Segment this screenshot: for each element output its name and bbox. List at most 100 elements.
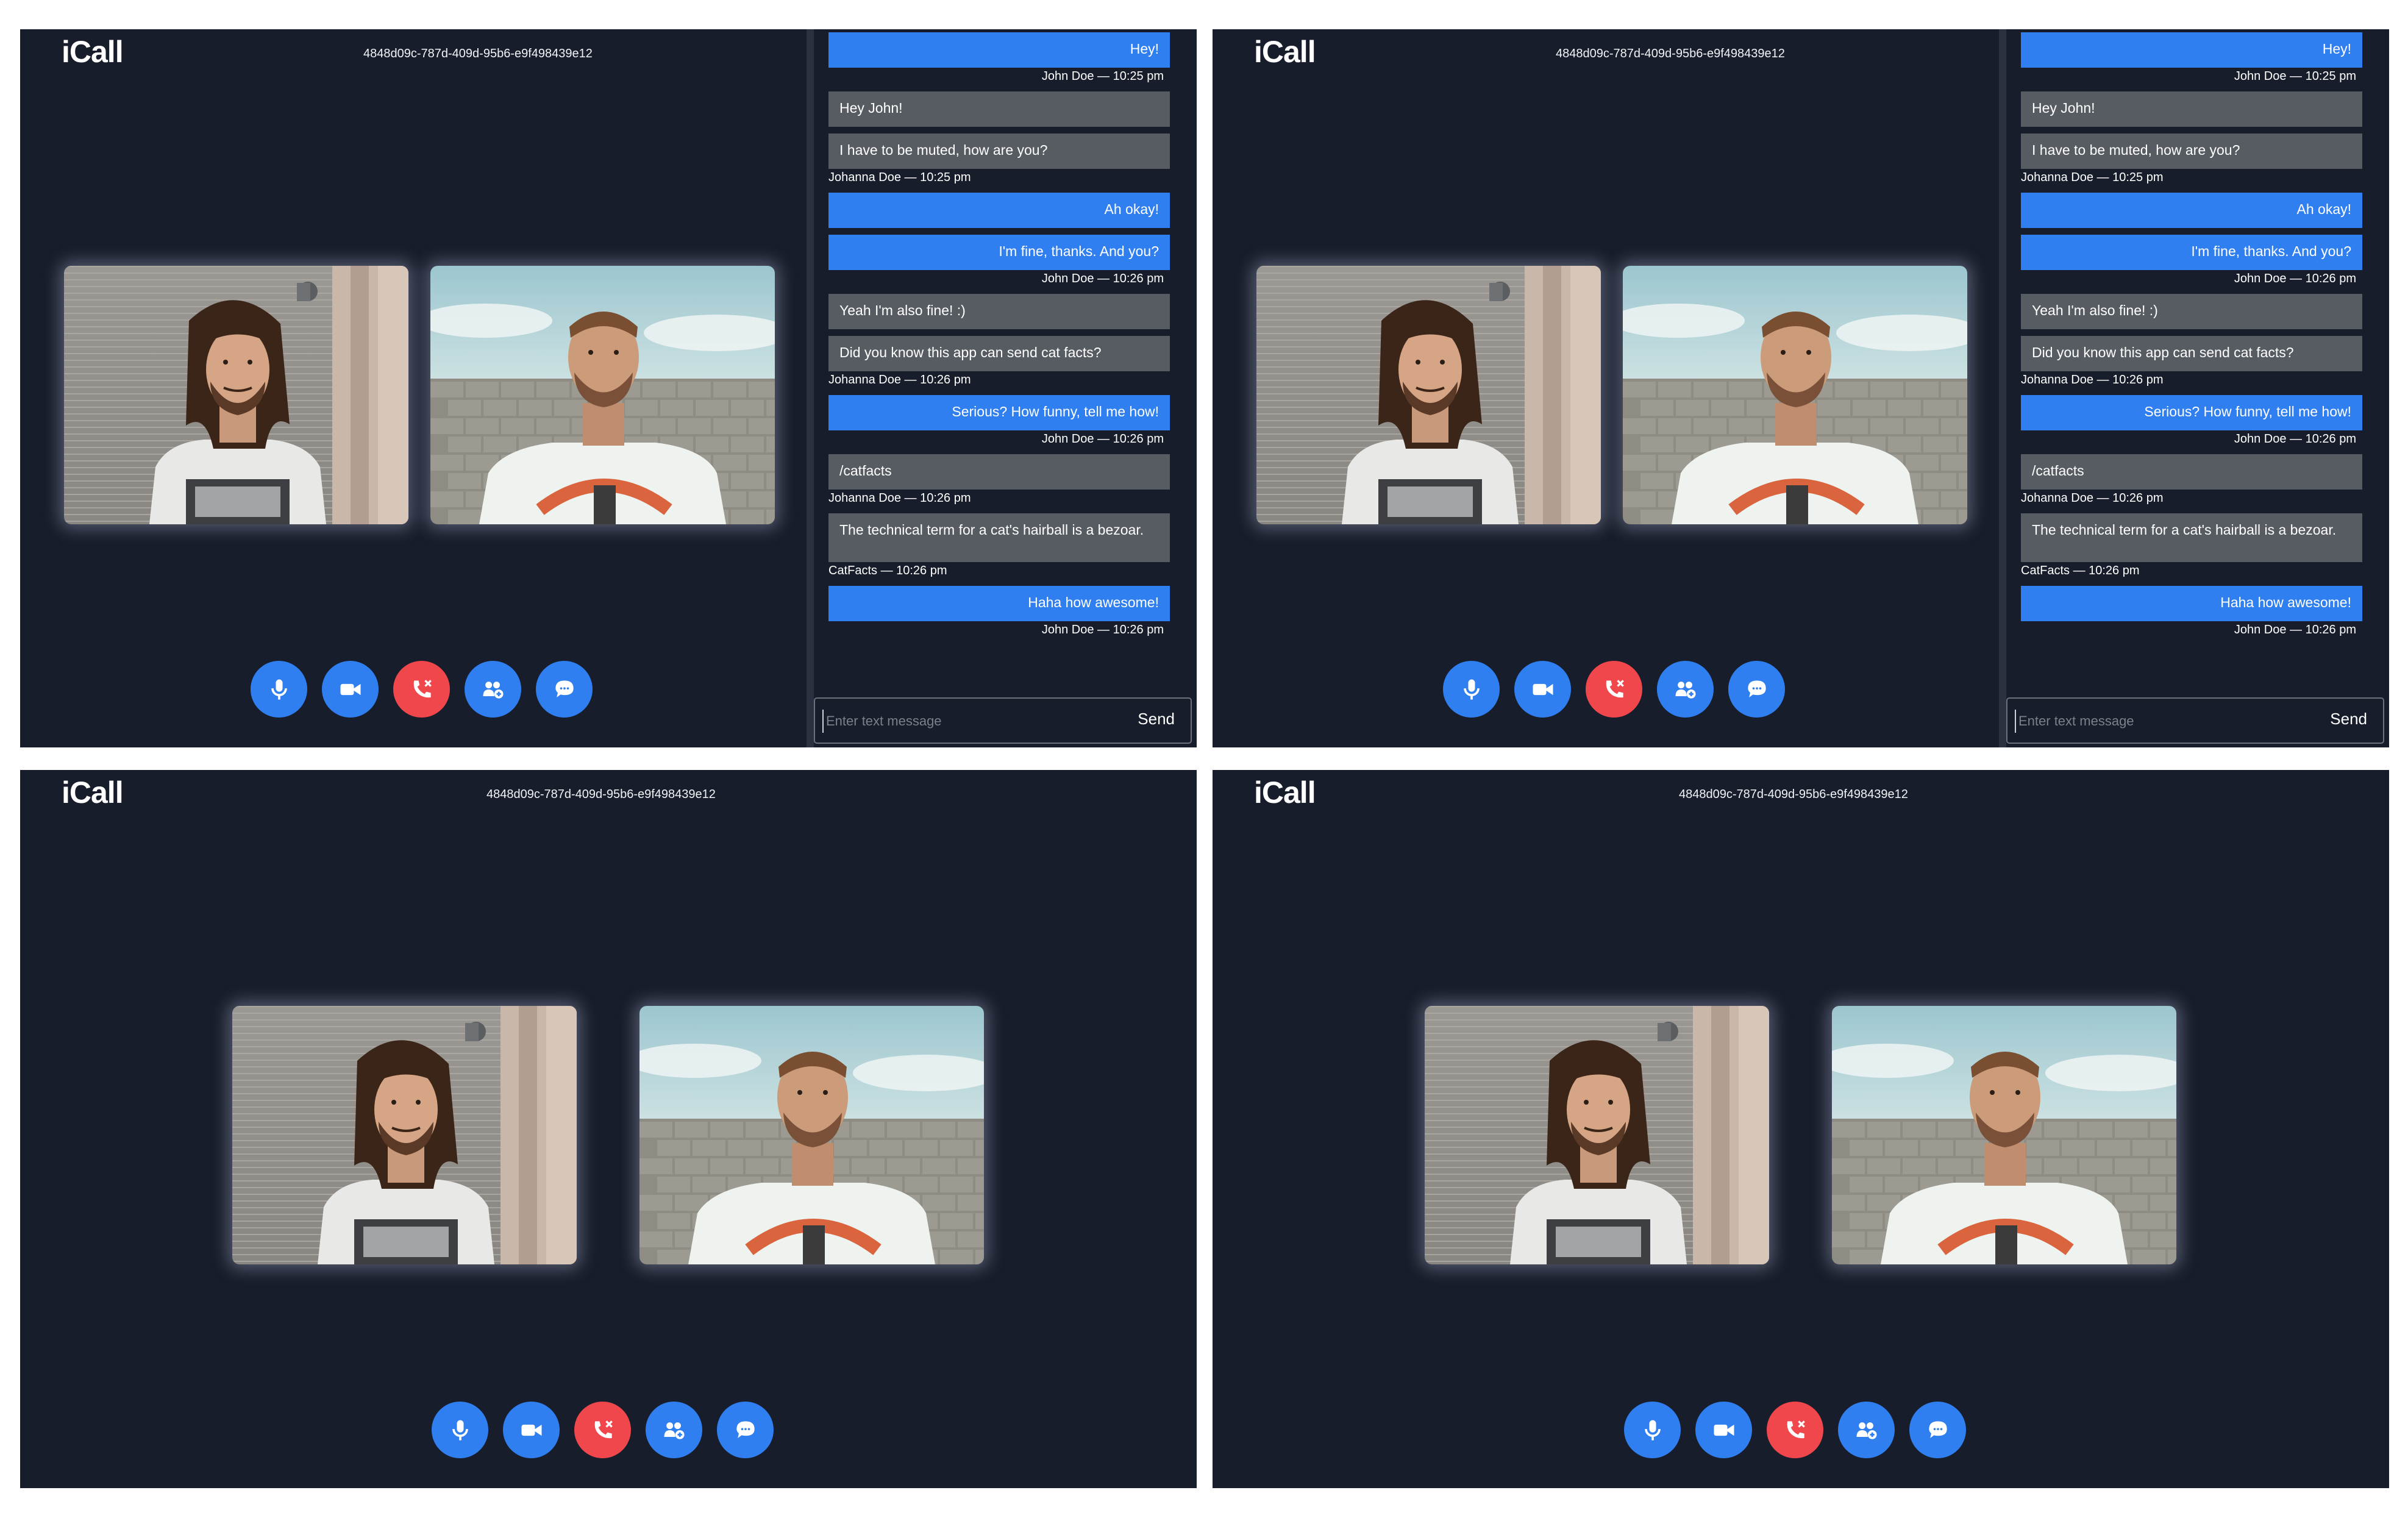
participant-video-2 xyxy=(1832,1006,2176,1264)
camera-button[interactable] xyxy=(322,661,379,718)
message-input[interactable] xyxy=(2015,710,2300,733)
message-meta: Johanna Doe — 10:25 pm xyxy=(828,171,971,184)
call-screen-with-chat: iCall 4848d09c-787d-409d-95b6-e9f498439e… xyxy=(20,29,1197,747)
sent-message: Serious? How funny, tell me how! xyxy=(2021,395,2362,430)
mute-button[interactable] xyxy=(1624,1402,1681,1458)
message-composer: Send xyxy=(814,697,1192,744)
message-meta: John Doe — 10:26 pm xyxy=(2234,432,2356,446)
video-camera-icon xyxy=(337,676,364,703)
chat-sidebar: Hey! John Doe — 10:25 pm Hey John! I have t… xyxy=(807,29,1197,747)
chat-divider xyxy=(807,29,814,747)
app-logo: iCall xyxy=(62,35,124,69)
participant-video-2 xyxy=(430,266,775,524)
microphone-icon xyxy=(1458,676,1485,703)
video-camera-icon xyxy=(1711,1417,1737,1444)
message-list: Hey! John Doe — 10:25 pm Hey John! I have t… xyxy=(2021,29,2362,694)
microphone-icon xyxy=(1639,1417,1666,1444)
users-add-icon xyxy=(1672,676,1699,703)
call-id: 4848d09c-787d-409d-95b6-e9f498439e12 xyxy=(486,788,716,801)
call-id: 4848d09c-787d-409d-95b6-e9f498439e12 xyxy=(363,47,593,60)
camera-button[interactable] xyxy=(1514,661,1571,718)
message-meta: John Doe — 10:26 pm xyxy=(1041,272,1164,285)
sent-message: I'm fine, thanks. And you? xyxy=(2021,235,2362,270)
message-composer: Send xyxy=(2006,697,2384,744)
app-logo: iCall xyxy=(62,775,124,810)
received-message: Did you know this app can send cat facts… xyxy=(828,336,1170,371)
received-message: /catfacts xyxy=(828,454,1170,490)
camera-button[interactable] xyxy=(1695,1402,1752,1458)
chat-divider xyxy=(1999,29,2006,747)
message-meta: John Doe — 10:26 pm xyxy=(1041,432,1164,446)
mute-button[interactable] xyxy=(1443,661,1500,718)
chat-button[interactable] xyxy=(1909,1402,1966,1458)
phone-hangup-icon xyxy=(1601,676,1628,703)
users-add-icon xyxy=(1853,1417,1880,1444)
end-call-button[interactable] xyxy=(1767,1402,1823,1458)
message-meta: John Doe — 10:26 pm xyxy=(1041,623,1164,636)
message-meta: Johanna Doe — 10:26 pm xyxy=(2021,373,2164,387)
participant-video-2 xyxy=(639,1006,984,1264)
phone-hangup-icon xyxy=(590,1417,616,1444)
sent-message: Hey! xyxy=(828,32,1170,68)
call-id: 4848d09c-787d-409d-95b6-e9f498439e12 xyxy=(1679,788,1908,801)
message-meta: Johanna Doe — 10:26 pm xyxy=(2021,491,2164,505)
message-meta: John Doe — 10:26 pm xyxy=(2234,272,2356,285)
message-meta: John Doe — 10:26 pm xyxy=(2234,623,2356,636)
participants-button[interactable] xyxy=(1657,661,1714,718)
users-add-icon xyxy=(661,1417,688,1444)
message-meta: John Doe — 10:25 pm xyxy=(2234,69,2356,83)
microphone-icon xyxy=(447,1417,474,1444)
message-meta: Johanna Doe — 10:25 pm xyxy=(2021,171,2164,184)
participant-video-1 xyxy=(1425,1006,1769,1264)
app-logo: iCall xyxy=(1254,35,1316,69)
video-camera-icon xyxy=(518,1417,545,1444)
end-call-button[interactable] xyxy=(574,1402,631,1458)
participant-video-1 xyxy=(1256,266,1601,524)
call-screen: iCall 4848d09c-787d-409d-95b6-e9f498439e… xyxy=(1213,770,2389,1488)
received-message: /catfacts xyxy=(2021,454,2362,490)
message-list: Hey! John Doe — 10:25 pm Hey John! I have t… xyxy=(828,29,1170,694)
sent-message: Haha how awesome! xyxy=(828,586,1170,621)
chat-bubble-icon xyxy=(1925,1417,1951,1444)
received-message: Yeah I'm also fine! :) xyxy=(828,294,1170,329)
message-meta: John Doe — 10:25 pm xyxy=(1041,69,1164,83)
participants-button[interactable] xyxy=(465,661,521,718)
microphone-icon xyxy=(266,676,293,703)
phone-hangup-icon xyxy=(408,676,435,703)
message-meta: Johanna Doe — 10:26 pm xyxy=(828,491,971,505)
sent-message: Ah okay! xyxy=(2021,193,2362,228)
call-screen: iCall 4848d09c-787d-409d-95b6-e9f498439e… xyxy=(20,770,1197,1488)
app-logo: iCall xyxy=(1254,775,1316,810)
message-meta: CatFacts — 10:26 pm xyxy=(2021,564,2140,577)
users-add-icon xyxy=(480,676,507,703)
call-screen-with-chat: iCall 4848d09c-787d-409d-95b6-e9f498439e… xyxy=(1213,29,2389,747)
sent-message: Hey! xyxy=(2021,32,2362,68)
chat-sidebar: Hey! John Doe — 10:25 pm Hey John! I have t… xyxy=(1999,29,2389,747)
received-message: I have to be muted, how are you? xyxy=(828,134,1170,169)
chat-button[interactable] xyxy=(536,661,593,718)
received-message: Hey John! xyxy=(828,91,1170,127)
participant-video-1 xyxy=(232,1006,577,1264)
message-input[interactable] xyxy=(822,710,1108,733)
end-call-button[interactable] xyxy=(393,661,450,718)
sent-message: Ah okay! xyxy=(828,193,1170,228)
mute-button[interactable] xyxy=(432,1402,488,1458)
participants-button[interactable] xyxy=(646,1402,702,1458)
camera-button[interactable] xyxy=(503,1402,560,1458)
chat-button[interactable] xyxy=(717,1402,774,1458)
chat-bubble-icon xyxy=(1744,676,1770,703)
received-message: The technical term for a cat's hairball … xyxy=(828,513,1170,562)
send-button[interactable]: Send xyxy=(1138,710,1175,729)
sent-message: I'm fine, thanks. And you? xyxy=(828,235,1170,270)
sent-message: Serious? How funny, tell me how! xyxy=(828,395,1170,430)
participants-button[interactable] xyxy=(1838,1402,1895,1458)
chat-bubble-icon xyxy=(551,676,578,703)
received-message: Did you know this app can send cat facts… xyxy=(2021,336,2362,371)
end-call-button[interactable] xyxy=(1586,661,1642,718)
message-meta: CatFacts — 10:26 pm xyxy=(828,564,947,577)
message-meta: Johanna Doe — 10:26 pm xyxy=(828,373,971,387)
chat-button[interactable] xyxy=(1728,661,1785,718)
send-button[interactable]: Send xyxy=(2330,710,2367,729)
mute-button[interactable] xyxy=(251,661,307,718)
video-camera-icon xyxy=(1530,676,1556,703)
